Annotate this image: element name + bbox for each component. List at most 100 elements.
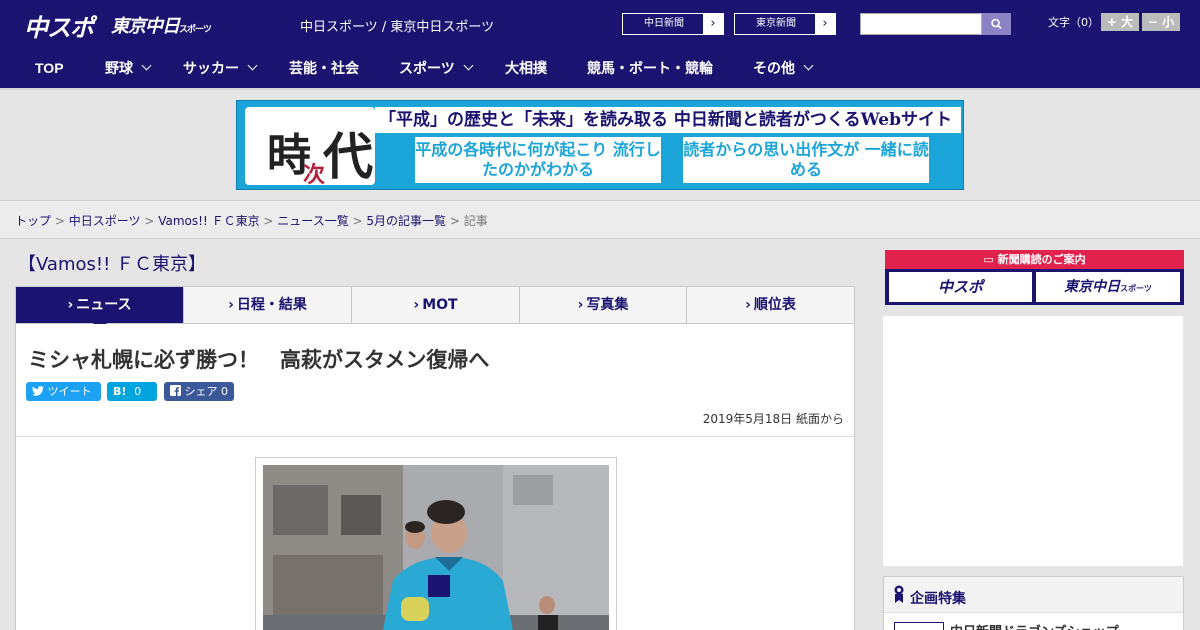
nav-item-sumo[interactable]: 大相撲 [505,48,547,88]
facebook-share-button[interactable]: シェア 0 [164,382,234,401]
tab-label: 順位表 [753,297,796,313]
breadcrumb-news-list[interactable]: ニュース一覧 [277,214,348,228]
chevron-down-icon [141,60,152,71]
search-input[interactable] [860,13,982,35]
chunichi-shimbun-label: 中日新聞 [644,18,684,29]
nav-item-sports[interactable]: スポーツ [399,48,474,88]
sidebar-ad-slot [883,316,1183,566]
tab-schedule[interactable]: › 日程・結果 [184,287,352,323]
breadcrumb-top[interactable]: トップ [15,214,51,228]
chevron-down-icon [247,60,258,71]
tokyo-shimbun-link[interactable]: 東京新聞 › [734,13,836,35]
share-count: 0 [221,385,228,398]
subscribe-tokyo-chunichi-label: 東京中日 [1064,279,1121,295]
nav-item-top[interactable]: TOP [35,48,64,88]
breadcrumb-current: 記事 [463,214,488,228]
tab-standings[interactable]: › 順位表 [687,287,854,323]
tab-photos[interactable]: › 写真集 [520,287,687,323]
article-date: 2019年5月18日 紙面から [702,412,844,426]
chevron-right-icon: › [228,297,234,313]
breadcrumb-chunichi-sports[interactable]: 中日スポーツ [69,214,141,228]
tokyo-chunichi-logo-small: スポーツ [179,25,212,35]
nav-label: TOP [35,60,64,76]
chunichi-shimbun-link[interactable]: 中日新聞 › [622,13,724,35]
player-photo-image [263,465,609,630]
breadcrumb-separator: > [144,214,155,228]
tab-news[interactable]: › ニュース [16,287,184,331]
search-icon [991,18,1002,30]
tab-label: 日程・結果 [236,297,307,313]
nav-item-soccer[interactable]: サッカー [183,48,258,88]
nav-label: 大相撲 [505,60,547,76]
font-decrease-button[interactable]: − 小 [1142,13,1180,31]
hatena-count: 0 [134,385,142,398]
breadcrumb-separator: > [54,214,65,228]
feature-section: 企画特集 中日新聞ドラゴンズショップ [883,576,1184,630]
site-header: 中スポ 東京中日スポーツ 中日スポーツ / 東京中日スポーツ 中日新聞 › 東京… [0,0,1200,48]
breadcrumb-may-list[interactable]: 5月の記事一覧 [366,214,446,228]
ribbon-icon [894,585,904,603]
nav-item-other[interactable]: その他 [753,48,814,88]
site-name: 中日スポーツ / 東京中日スポーツ [300,20,495,35]
feature-title: 企画特集 [910,591,966,607]
font-increase-button[interactable]: + 大 [1101,13,1139,31]
tab-label: MOT [422,297,458,313]
chevron-right-icon: › [67,297,74,313]
nav-item-baseball[interactable]: 野球 [105,48,152,88]
breadcrumb-separator: > [352,214,363,228]
tweet-label: ツイート [47,385,92,398]
article: ミシャ札幌に必ず勝つ！ 高萩がスタメン復帰へ ツイート B! 0 シェア 0 2… [15,324,855,630]
subscription-promo: ▭ 新聞購読のご案内 中スポ 東京中日スポーツ [885,250,1184,305]
article-photo-frame [255,457,617,630]
chuspo-logo[interactable]: 中スポ [24,8,94,43]
banner-sub-left: 平成の各時代に何が起こり 流行したのかがわかる [415,137,661,183]
nav-label: 芸能・社会 [289,60,359,76]
hatena-icon: B! [113,385,127,398]
chevron-down-icon [463,60,474,71]
main-nav: TOP 野球 サッカー 芸能・社会 スポーツ 大相撲 競馬・ボート・競輪 その他 [0,48,1200,90]
search-button[interactable] [982,13,1011,35]
share-label: シェア [184,385,218,398]
section-tabs: › ニュース › 日程・結果 › MOT › 写真集 › 順位表 [15,286,855,331]
jidai-banner-ad[interactable]: 時 次 代 「平成」の歴史と「未来」を読み取る 中日新聞と読者がつくるWebサイ… [236,100,964,190]
tokyo-chunichi-logo[interactable]: 東京中日スポーツ [111,12,212,38]
twitter-icon [32,386,44,396]
feature-thumbnail[interactable] [894,622,944,630]
subscription-promo-label: 新聞購読のご案内 [997,253,1086,266]
feature-header: 企画特集 [884,577,1183,613]
breadcrumb-separator: > [263,214,274,228]
subscribe-chuspo-button[interactable]: 中スポ [889,272,1032,302]
subscription-promo-title: ▭ 新聞購読のご案内 [885,250,1184,269]
chevron-right-icon: › [577,297,584,313]
breadcrumb-bar: トップ > 中日スポーツ > Vamos!! ＦＣ東京 > ニュース一覧 > 5… [0,200,1200,239]
feature-item-link[interactable]: 中日新聞ドラゴンズショップ [950,621,1119,630]
nav-item-racing[interactable]: 競馬・ボート・競輪 [587,48,713,88]
banner-logo: 時 次 代 [245,107,375,188]
facebook-icon [170,385,181,396]
nav-label: その他 [753,60,795,76]
nav-label: サッカー [183,60,239,76]
breadcrumb: トップ > 中日スポーツ > Vamos!! ＦＣ東京 > ニュース一覧 > 5… [15,212,488,229]
tweet-button[interactable]: ツイート [26,382,101,401]
banner-sub-right: 読者からの思い出作文が 一緒に読める [683,137,929,183]
tab-mot[interactable]: › MOT [352,287,520,323]
banner-kanji-dai: 代 [323,127,373,186]
nav-item-entertainment[interactable]: 芸能・社会 [289,48,359,88]
breadcrumb-separator: > [449,214,460,228]
nav-label: 競馬・ボート・競輪 [587,60,713,76]
tokyo-chunichi-logo-text: 東京中日 [111,16,180,37]
chevron-right-icon: › [413,297,420,313]
tab-label: ニュース [76,297,132,313]
tab-label: 写真集 [586,297,629,313]
hatena-bookmark-button[interactable]: B! 0 [107,382,157,401]
subscribe-tokyo-chunichi-button[interactable]: 東京中日スポーツ [1036,272,1180,302]
chevron-right-icon: › [815,14,835,34]
nav-label: スポーツ [399,60,455,76]
chevron-down-icon [803,60,814,71]
newspaper-icon: ▭ [983,253,994,266]
tokyo-shimbun-label: 東京新聞 [756,18,796,29]
banner-headline: 「平成」の歴史と「未来」を読み取る 中日新聞と読者がつくるWebサイト [375,107,961,133]
breadcrumb-fc-tokyo[interactable]: Vamos!! ＦＣ東京 [158,214,259,228]
banner-kanji-tsugi: 次 [303,162,326,188]
article-photo[interactable] [263,465,609,630]
